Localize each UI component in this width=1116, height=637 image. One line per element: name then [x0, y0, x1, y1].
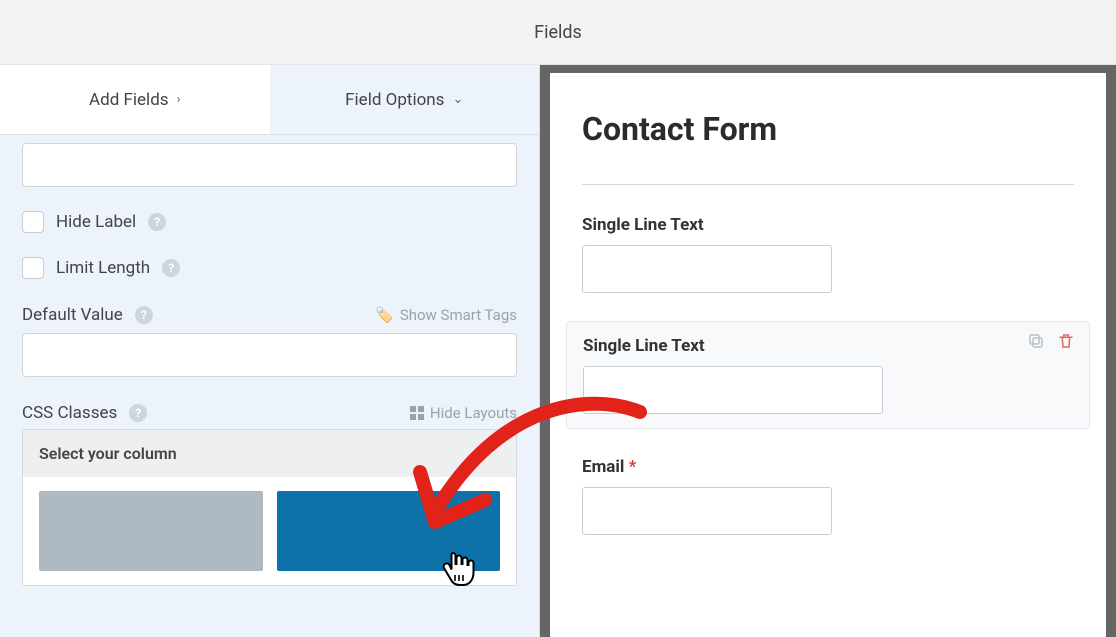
tab-add-fields[interactable]: Add Fields › — [0, 65, 270, 134]
form-title[interactable]: Contact Form — [582, 111, 782, 148]
default-value-row: Default Value ? 🏷️ Show Smart Tags — [22, 305, 517, 325]
field-label: Email * — [582, 457, 1074, 477]
main: Add Fields › Field Options ⌄ Hide Label … — [0, 65, 1116, 637]
trash-icon[interactable] — [1057, 332, 1075, 350]
smart-tags-label: Show Smart Tags — [400, 306, 517, 324]
css-classes-label: CSS Classes — [22, 403, 117, 423]
default-value-label: Default Value — [22, 305, 123, 325]
form-field[interactable]: Single Line Text — [582, 215, 1074, 293]
field-label: Single Line Text — [582, 215, 1074, 235]
column-picker-title: Select your column — [23, 430, 516, 477]
form-field-selected[interactable]: Single Line Text — [566, 321, 1090, 429]
field-input[interactable] — [582, 245, 832, 293]
tab-field-options[interactable]: Field Options ⌄ — [270, 65, 540, 134]
left-panel: Add Fields › Field Options ⌄ Hide Label … — [0, 65, 540, 637]
help-icon[interactable]: ? — [129, 404, 147, 422]
grid-icon — [410, 406, 424, 420]
limit-length-text: Limit Length — [56, 258, 150, 278]
preview-frame: Contact Form Single Line Text Single Lin… — [540, 65, 1116, 637]
column-picker: Select your column — [22, 429, 517, 586]
hide-layouts-link[interactable]: Hide Layouts — [410, 404, 517, 422]
duplicate-icon[interactable] — [1027, 332, 1045, 350]
field-label-text: Email — [582, 457, 624, 477]
field-actions — [1027, 332, 1075, 350]
limit-length-row[interactable]: Limit Length ? — [22, 257, 517, 279]
hide-label-text: Hide Label — [56, 212, 136, 232]
header-title: Fields — [534, 22, 582, 43]
limit-length-checkbox[interactable] — [22, 257, 44, 279]
label-input[interactable] — [22, 143, 517, 187]
tag-icon: 🏷️ — [375, 306, 394, 324]
form-field[interactable]: Email * — [582, 457, 1074, 535]
hide-label-row[interactable]: Hide Label ? — [22, 211, 517, 233]
hide-label-checkbox[interactable] — [22, 211, 44, 233]
css-classes-row: CSS Classes ? Hide Layouts — [22, 403, 517, 423]
help-icon[interactable]: ? — [135, 306, 153, 324]
default-value-input[interactable] — [22, 333, 517, 377]
required-asterisk: * — [629, 457, 637, 477]
divider — [582, 184, 1074, 185]
show-smart-tags-link[interactable]: 🏷️ Show Smart Tags — [375, 306, 517, 324]
app-header: Fields — [0, 0, 1116, 65]
form-canvas[interactable]: Contact Form Single Line Text Single Lin… — [550, 73, 1106, 637]
help-icon[interactable]: ? — [162, 259, 180, 277]
field-input[interactable] — [582, 487, 832, 535]
chevron-right-icon: › — [177, 92, 181, 107]
column-picker-body — [23, 477, 516, 585]
column-option-right[interactable] — [277, 491, 501, 571]
tab-field-options-label: Field Options — [345, 90, 444, 110]
help-icon[interactable]: ? — [148, 213, 166, 231]
column-option-left[interactable] — [39, 491, 263, 571]
field-input[interactable] — [583, 366, 883, 414]
panel-tabs: Add Fields › Field Options ⌄ — [0, 65, 539, 135]
field-options-panel: Hide Label ? Limit Length ? Default Valu… — [0, 135, 539, 596]
chevron-down-icon: ⌄ — [452, 92, 463, 107]
hide-layouts-label: Hide Layouts — [430, 404, 517, 422]
field-label: Single Line Text — [583, 336, 1073, 356]
tab-add-fields-label: Add Fields — [89, 90, 169, 110]
